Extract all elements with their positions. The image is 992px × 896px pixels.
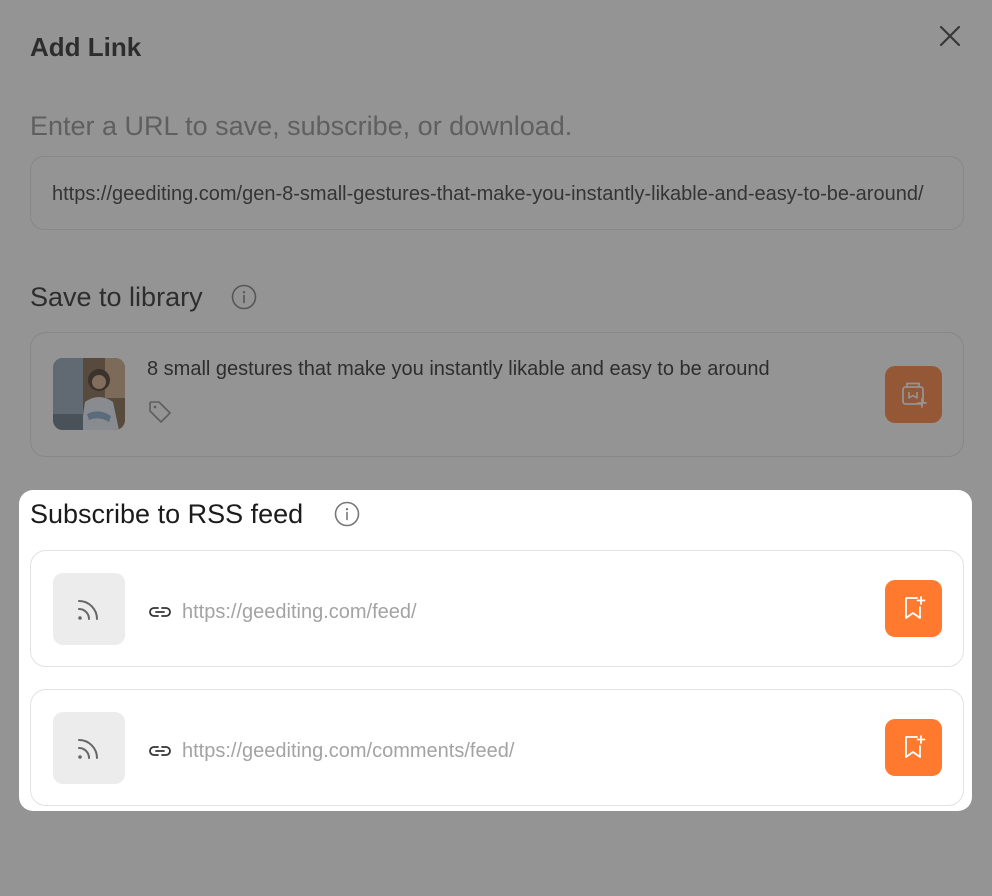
subscribe-button[interactable] bbox=[885, 719, 942, 776]
close-icon[interactable] bbox=[936, 22, 964, 50]
rss-feed-card: https://geediting.com/feed/ bbox=[30, 550, 964, 667]
article-title: 8 small gestures that make you instantly… bbox=[147, 358, 770, 380]
bookmark-add-icon bbox=[905, 735, 926, 758]
rss-icon bbox=[78, 739, 98, 759]
tag-icon[interactable] bbox=[147, 399, 173, 425]
rss-thumbnail bbox=[53, 712, 125, 784]
article-card: 8 small gestures that make you instantly… bbox=[30, 332, 964, 457]
save-to-library-title: Save to library bbox=[30, 282, 203, 312]
info-icon[interactable] bbox=[231, 284, 257, 310]
feed-url: https://geediting.com/comments/feed/ bbox=[182, 740, 515, 762]
info-icon[interactable] bbox=[334, 501, 360, 527]
rss-section: Subscribe to RSS feed https://geediting.… bbox=[19, 490, 972, 811]
save-to-library-button[interactable] bbox=[885, 366, 942, 423]
bookmark-add-icon bbox=[905, 596, 926, 619]
dialog-title: Add Link bbox=[30, 32, 142, 62]
rss-feed-card: https://geediting.com/comments/feed/ bbox=[30, 689, 964, 806]
link-icon bbox=[147, 738, 173, 764]
library-add-icon bbox=[902, 382, 927, 408]
article-thumbnail bbox=[53, 358, 125, 430]
url-hint-text: Enter a URL to save, subscribe, or downl… bbox=[30, 111, 573, 141]
subscribe-button[interactable] bbox=[885, 580, 942, 637]
rss-icon bbox=[78, 600, 98, 620]
url-input[interactable]: https://geediting.com/gen-8-small-gestur… bbox=[30, 156, 964, 230]
rss-section-title: Subscribe to RSS feed bbox=[30, 499, 304, 529]
url-input-value[interactable]: https://geediting.com/gen-8-small-gestur… bbox=[52, 181, 942, 207]
link-icon bbox=[147, 599, 173, 625]
rss-thumbnail bbox=[53, 573, 125, 645]
feed-url: https://geediting.com/feed/ bbox=[182, 601, 417, 623]
